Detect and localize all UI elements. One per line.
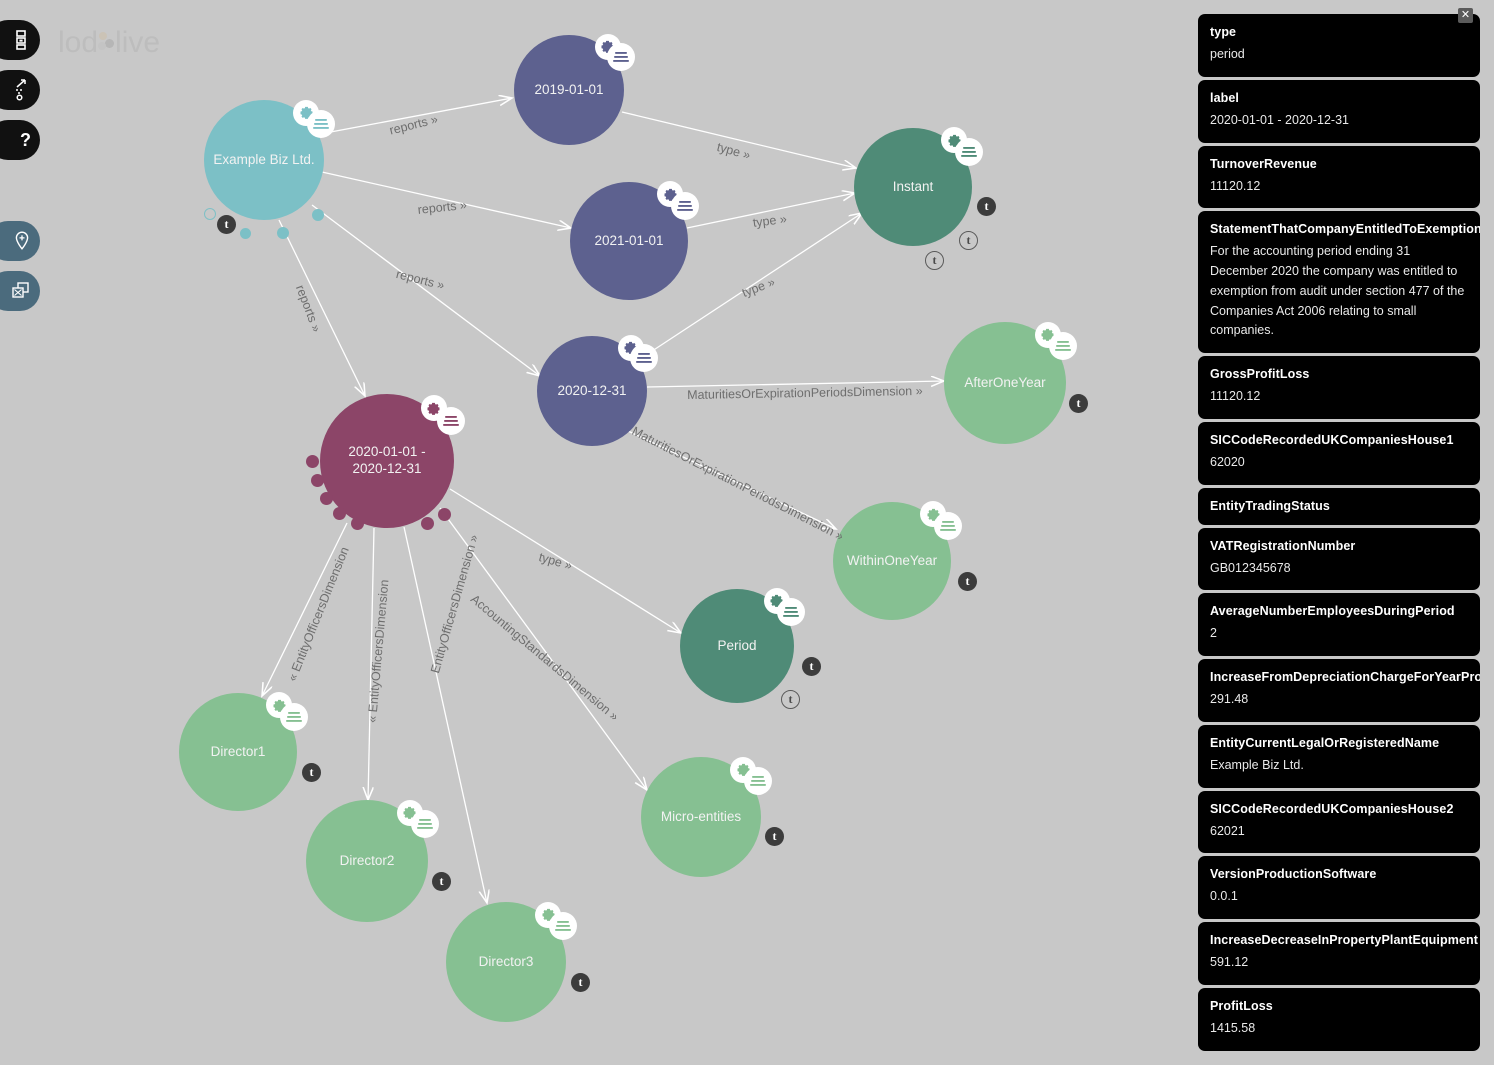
satellite-dot[interactable] xyxy=(311,474,324,487)
property-key: label xyxy=(1210,90,1239,105)
property-card[interactable]: AverageNumberEmployeesDuringPeriod 2 xyxy=(1198,593,1480,656)
property-key: GrossProfitLoss xyxy=(1210,367,1310,381)
property-key: StatementThatCompanyEntitledToExemptionF… xyxy=(1210,222,1480,237)
satellite-dot[interactable] xyxy=(421,517,434,530)
type-badge[interactable]: t xyxy=(925,251,944,270)
property-value: 62021 xyxy=(1210,823,1245,838)
node-menu-icon[interactable] xyxy=(671,191,700,220)
graph-node-label: 2019-01-01 xyxy=(534,81,604,97)
graph-node-label: Period xyxy=(717,637,757,653)
property-value: 0.0.1 xyxy=(1210,889,1238,904)
node-menu-icon[interactable] xyxy=(934,511,963,540)
property-value: period xyxy=(1210,47,1245,61)
property-value: For the accounting period ending 31 Dece… xyxy=(1210,244,1465,338)
satellite-dot[interactable] xyxy=(306,455,319,468)
graph-node-label: 2020-12-31 xyxy=(557,382,627,398)
type-badge[interactable]: t xyxy=(959,231,978,250)
property-key: EntityTradingStatus xyxy=(1210,498,1330,513)
property-card[interactable]: IncreaseFromDepreciationChargeForYearPro… xyxy=(1198,659,1480,722)
graph-edges xyxy=(0,0,1190,1065)
type-badge[interactable]: t xyxy=(432,872,451,891)
property-card[interactable]: VATRegistrationNumber GB012345678 xyxy=(1198,527,1480,591)
property-key: IncreaseDecreaseInPropertyPlantEquipment xyxy=(1210,933,1478,947)
property-card[interactable]: StatementThatCompanyEntitledToExemptionF… xyxy=(1198,211,1480,353)
property-key: VersionProductionSoftware xyxy=(1210,867,1377,882)
graph-canvas[interactable]: Example Biz Ltd. 2019-01-01 2021-01-01 2020… xyxy=(0,0,1190,1065)
property-key: type xyxy=(1210,25,1237,39)
graph-node-label: Director2 xyxy=(339,852,395,868)
property-card[interactable]: label 2020-01-01 - 2020-12-31 xyxy=(1198,79,1480,143)
satellite-dot[interactable] xyxy=(204,208,216,220)
property-key: TurnoverRevenue xyxy=(1210,156,1317,171)
graph-node-label: Instant xyxy=(892,178,934,194)
type-badge[interactable]: t xyxy=(977,197,996,216)
type-badge[interactable]: t xyxy=(1069,394,1088,413)
type-badge[interactable]: t xyxy=(217,215,236,234)
satellite-dot[interactable] xyxy=(333,507,346,520)
property-card[interactable]: type period xyxy=(1198,14,1480,77)
node-menu-icon[interactable] xyxy=(307,110,335,138)
type-badge[interactable]: t xyxy=(802,657,821,676)
property-card[interactable]: ProfitLoss 1415.58 xyxy=(1198,987,1480,1051)
type-badge[interactable]: t xyxy=(781,690,800,709)
graph-node-label: Micro-entities xyxy=(660,808,742,824)
property-value: 11120.12 xyxy=(1210,389,1261,403)
node-menu-icon[interactable] xyxy=(549,912,577,940)
satellite-dot[interactable] xyxy=(320,492,333,505)
property-card[interactable]: SICCodeRecordedUKCompaniesHouse1 62020 xyxy=(1198,421,1480,485)
property-card[interactable]: VersionProductionSoftware 0.0.1 xyxy=(1198,856,1480,919)
close-icon[interactable]: ✕ xyxy=(1458,8,1473,23)
info-panel[interactable]: type period label 2020-01-01 - 2020-12-31 Tu… xyxy=(1198,14,1480,1051)
property-key: AverageNumberEmployeesDuringPeriod xyxy=(1210,604,1455,619)
property-value: GB012345678 xyxy=(1210,560,1291,575)
property-key: VATRegistrationNumber xyxy=(1210,538,1356,553)
property-value: 62020 xyxy=(1210,454,1245,469)
type-badge[interactable]: t xyxy=(958,572,977,591)
node-menu-icon[interactable] xyxy=(280,702,309,731)
property-card[interactable]: TurnoverRevenue 11120.12 xyxy=(1198,145,1480,209)
property-value: 2020-01-01 - 2020-12-31 xyxy=(1210,112,1349,127)
property-key: SICCodeRecordedUKCompaniesHouse1 xyxy=(1210,432,1454,447)
graph-node-label: 2020-01-01 - 2020-12-31 xyxy=(348,444,426,476)
graph-node-label: 2021-01-01 xyxy=(594,232,664,248)
property-value: 291.48 xyxy=(1210,692,1249,706)
node-menu-icon[interactable] xyxy=(777,597,806,626)
graph-node-label: WithinOneYear xyxy=(846,552,938,568)
property-value: 1415.58 xyxy=(1210,1020,1256,1035)
satellite-dot[interactable] xyxy=(240,228,251,239)
graph-node-label: AfterOneYear xyxy=(964,374,1046,390)
node-menu-icon[interactable] xyxy=(955,137,984,166)
type-badge[interactable]: t xyxy=(571,973,590,992)
type-badge[interactable]: t xyxy=(302,763,321,782)
property-value: 2 xyxy=(1210,626,1217,641)
property-value: Example Biz Ltd. xyxy=(1210,757,1304,772)
property-value: 11120.12 xyxy=(1210,178,1261,193)
property-key: SICCodeRecordedUKCompaniesHouse2 xyxy=(1210,801,1454,816)
node-menu-icon[interactable] xyxy=(744,767,772,795)
property-card[interactable]: GrossProfitLoss 11120.12 xyxy=(1198,356,1480,419)
property-key: EntityCurrentLegalOrRegisteredName xyxy=(1210,735,1440,750)
property-card[interactable]: IncreaseDecreaseInPropertyPlantEquipment… xyxy=(1198,922,1480,985)
app-root: lod live ? Example Biz Ltd. 2019-01-01 2… xyxy=(0,0,1494,1065)
type-badge[interactable]: t xyxy=(765,827,784,846)
satellite-dot[interactable] xyxy=(351,517,364,530)
property-card[interactable]: EntityCurrentLegalOrRegisteredName Exampl… xyxy=(1198,724,1480,788)
property-key: IncreaseFromDepreciationChargeForYearPro… xyxy=(1210,670,1480,684)
node-menu-icon[interactable] xyxy=(436,406,465,435)
satellite-dot[interactable] xyxy=(438,508,451,521)
satellite-dot[interactable] xyxy=(312,209,324,221)
property-value: 591.12 xyxy=(1210,955,1249,969)
graph-node-label: Director1 xyxy=(210,743,266,759)
property-key: ProfitLoss xyxy=(1210,998,1273,1013)
graph-node-label: Director3 xyxy=(478,953,534,969)
property-card[interactable]: SICCodeRecordedUKCompaniesHouse2 62021 xyxy=(1198,790,1480,854)
graph-node-label: Example Biz Ltd. xyxy=(213,151,315,167)
property-card[interactable]: EntityTradingStatus xyxy=(1198,487,1480,525)
satellite-dot[interactable] xyxy=(277,227,289,239)
